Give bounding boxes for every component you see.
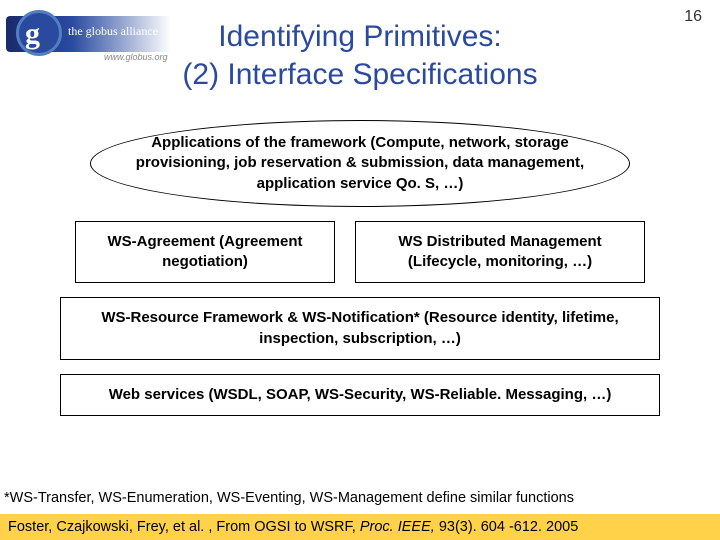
applications-ellipse: Applications of the framework (Compute, … xyxy=(90,120,630,207)
page-number: 16 xyxy=(684,8,702,26)
diagram-content: Applications of the framework (Compute, … xyxy=(0,120,720,416)
citation-suffix: 93(3). 604 -612. 2005 xyxy=(439,519,578,535)
title-line-2: (2) Interface Specifications xyxy=(182,58,537,91)
citation-journal: Proc. IEEE, xyxy=(360,519,439,535)
logo-subtext: www.globus.org xyxy=(104,52,168,62)
middle-row: WS-Agreement (Agreement negotiation) WS … xyxy=(50,221,670,284)
citation-bar: Foster, Czajkowski, Frey, et al. , From … xyxy=(0,514,720,540)
web-services-box: Web services (WSDL, SOAP, WS-Security, W… xyxy=(60,374,660,416)
ws-distributed-mgmt-box: WS Distributed Management (Lifecycle, mo… xyxy=(355,221,645,284)
logo-glyph: g xyxy=(25,17,40,51)
ws-resource-framework-box: WS-Resource Framework & WS-Notification*… xyxy=(60,297,660,360)
title-line-1: Identifying Primitives: xyxy=(218,20,501,53)
footnote: *WS-Transfer, WS-Enumeration, WS-Eventin… xyxy=(4,490,716,506)
ws-agreement-box: WS-Agreement (Agreement negotiation) xyxy=(75,221,335,284)
logo-text: the globus alliance xyxy=(68,24,158,39)
citation-prefix: Foster, Czajkowski, Frey, et al. , From … xyxy=(8,519,360,535)
globus-logo: g the globus alliance www.globus.org xyxy=(4,14,174,72)
